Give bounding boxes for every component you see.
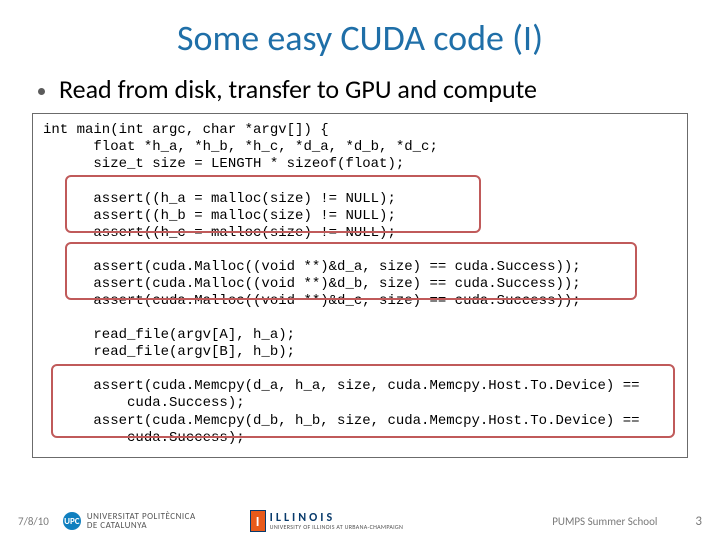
footer-date: 7/8/10	[18, 515, 49, 528]
footer-page-number: 3	[695, 514, 702, 529]
logo-illinois: I ILLINOIS UNIVERSITY OF ILLINOIS AT URB…	[250, 510, 404, 532]
bullet-text: Read from disk, transfer to GPU and comp…	[59, 74, 537, 105]
upc-text-line2: DE CATALUNYA	[87, 521, 196, 530]
code-content: int main(int argc, char *argv[]) { float…	[43, 122, 677, 446]
footer-school: PUMPS Summer School	[552, 515, 657, 528]
slide: Some easy CUDA code (I) Read from disk, …	[0, 0, 720, 540]
illinois-i-icon: I	[250, 510, 266, 532]
code-box: int main(int argc, char *argv[]) { float…	[32, 113, 688, 457]
illinois-sub: UNIVERSITY OF ILLINOIS AT URBANA-CHAMPAI…	[270, 524, 404, 530]
upc-badge-icon: UPC	[63, 512, 81, 530]
bullet-icon	[38, 88, 45, 95]
footer: 7/8/10 UPC UNIVERSITAT POLITÈCNICA DE CA…	[0, 510, 720, 532]
slide-title: Some easy CUDA code (I)	[28, 16, 692, 60]
logo-upc: UPC UNIVERSITAT POLITÈCNICA DE CATALUNYA	[63, 512, 196, 530]
illinois-text: ILLINOIS UNIVERSITY OF ILLINOIS AT URBAN…	[270, 512, 404, 530]
upc-text: UNIVERSITAT POLITÈCNICA DE CATALUNYA	[87, 512, 196, 530]
bullet-row: Read from disk, transfer to GPU and comp…	[28, 74, 692, 105]
